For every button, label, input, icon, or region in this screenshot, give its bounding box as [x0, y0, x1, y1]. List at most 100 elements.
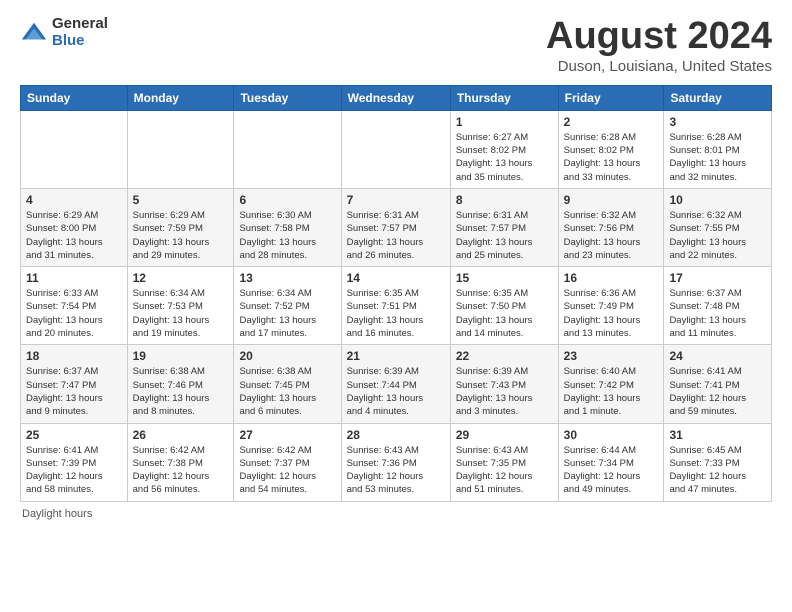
day-number: 27	[239, 428, 335, 442]
day-number: 12	[133, 271, 229, 285]
day-number: 22	[456, 349, 553, 363]
week-row-5: 25 Sunrise: 6:41 AM Sunset: 7:39 PM Dayli…	[21, 423, 772, 501]
calendar-cell: 1 Sunrise: 6:27 AM Sunset: 8:02 PM Daylig…	[450, 110, 558, 188]
day-info: Sunrise: 6:38 AM Sunset: 7:46 PM Dayligh…	[133, 365, 229, 418]
day-info: Sunrise: 6:30 AM Sunset: 7:58 PM Dayligh…	[239, 209, 335, 262]
day-info: Sunrise: 6:42 AM Sunset: 7:37 PM Dayligh…	[239, 444, 335, 497]
header-row: SundayMondayTuesdayWednesdayThursdayFrid…	[21, 85, 772, 110]
calendar-body: 1 Sunrise: 6:27 AM Sunset: 8:02 PM Daylig…	[21, 110, 772, 501]
header-day-friday: Friday	[558, 85, 664, 110]
calendar-cell: 18 Sunrise: 6:37 AM Sunset: 7:47 PM Dayli…	[21, 345, 128, 423]
calendar-cell	[127, 110, 234, 188]
day-info: Sunrise: 6:37 AM Sunset: 7:47 PM Dayligh…	[26, 365, 122, 418]
day-number: 26	[133, 428, 229, 442]
calendar-cell: 3 Sunrise: 6:28 AM Sunset: 8:01 PM Daylig…	[664, 110, 772, 188]
day-info: Sunrise: 6:45 AM Sunset: 7:33 PM Dayligh…	[669, 444, 766, 497]
day-info: Sunrise: 6:43 AM Sunset: 7:35 PM Dayligh…	[456, 444, 553, 497]
day-info: Sunrise: 6:35 AM Sunset: 7:50 PM Dayligh…	[456, 287, 553, 340]
logo-blue-text: Blue	[52, 33, 108, 50]
day-info: Sunrise: 6:43 AM Sunset: 7:36 PM Dayligh…	[347, 444, 445, 497]
calendar-cell: 6Sunrise: 6:30 AM Sunset: 7:58 PM Daylig…	[234, 188, 341, 266]
calendar-cell: 12 Sunrise: 6:34 AM Sunset: 7:53 PM Dayli…	[127, 267, 234, 345]
day-number: 10	[669, 193, 766, 207]
day-number: 7	[347, 193, 445, 207]
day-number: 19	[133, 349, 229, 363]
header-day-tuesday: Tuesday	[234, 85, 341, 110]
week-row-3: 11Sunrise: 6:33 AM Sunset: 7:54 PM Dayli…	[21, 267, 772, 345]
calendar-cell: 22 Sunrise: 6:39 AM Sunset: 7:43 PM Dayli…	[450, 345, 558, 423]
day-number: 31	[669, 428, 766, 442]
logo: General Blue	[20, 16, 108, 49]
day-number: 29	[456, 428, 553, 442]
day-number: 4	[26, 193, 122, 207]
day-info: Sunrise: 6:38 AM Sunset: 7:45 PM Dayligh…	[239, 365, 335, 418]
header: General Blue August 2024 Duson, Louisian…	[20, 16, 772, 75]
day-info: Sunrise: 6:41 AM Sunset: 7:41 PM Dayligh…	[669, 365, 766, 418]
calendar-cell: 21Sunrise: 6:39 AM Sunset: 7:44 PM Dayli…	[341, 345, 450, 423]
day-info: Sunrise: 6:41 AM Sunset: 7:39 PM Dayligh…	[26, 444, 122, 497]
day-number: 5	[133, 193, 229, 207]
day-number: 13	[239, 271, 335, 285]
calendar: SundayMondayTuesdayWednesdayThursdayFrid…	[20, 85, 772, 502]
calendar-cell: 23 Sunrise: 6:40 AM Sunset: 7:42 PM Dayli…	[558, 345, 664, 423]
week-row-2: 4 Sunrise: 6:29 AM Sunset: 8:00 PM Daylig…	[21, 188, 772, 266]
calendar-cell: 8 Sunrise: 6:31 AM Sunset: 7:57 PM Daylig…	[450, 188, 558, 266]
week-row-4: 18 Sunrise: 6:37 AM Sunset: 7:47 PM Dayli…	[21, 345, 772, 423]
day-number: 15	[456, 271, 553, 285]
calendar-cell: 14 Sunrise: 6:35 AM Sunset: 7:51 PM Dayli…	[341, 267, 450, 345]
calendar-cell: 30Sunrise: 6:44 AM Sunset: 7:34 PM Dayli…	[558, 423, 664, 501]
month-title: August 2024	[546, 16, 772, 58]
day-info: Sunrise: 6:42 AM Sunset: 7:38 PM Dayligh…	[133, 444, 229, 497]
day-number: 18	[26, 349, 122, 363]
day-number: 14	[347, 271, 445, 285]
calendar-cell: 11Sunrise: 6:33 AM Sunset: 7:54 PM Dayli…	[21, 267, 128, 345]
day-info: Sunrise: 6:39 AM Sunset: 7:43 PM Dayligh…	[456, 365, 553, 418]
calendar-cell	[21, 110, 128, 188]
day-number: 8	[456, 193, 553, 207]
location: Duson, Louisiana, United States	[546, 58, 772, 75]
calendar-cell: 16Sunrise: 6:36 AM Sunset: 7:49 PM Dayli…	[558, 267, 664, 345]
day-number: 25	[26, 428, 122, 442]
day-info: Sunrise: 6:32 AM Sunset: 7:55 PM Dayligh…	[669, 209, 766, 262]
day-number: 21	[347, 349, 445, 363]
header-day-sunday: Sunday	[21, 85, 128, 110]
day-number: 2	[564, 115, 659, 129]
day-info: Sunrise: 6:29 AM Sunset: 7:59 PM Dayligh…	[133, 209, 229, 262]
day-info: Sunrise: 6:34 AM Sunset: 7:52 PM Dayligh…	[239, 287, 335, 340]
logo-icon	[20, 19, 48, 47]
calendar-cell: 20Sunrise: 6:38 AM Sunset: 7:45 PM Dayli…	[234, 345, 341, 423]
day-info: Sunrise: 6:29 AM Sunset: 8:00 PM Dayligh…	[26, 209, 122, 262]
title-block: August 2024 Duson, Louisiana, United Sta…	[546, 16, 772, 75]
day-info: Sunrise: 6:34 AM Sunset: 7:53 PM Dayligh…	[133, 287, 229, 340]
calendar-cell: 29 Sunrise: 6:43 AM Sunset: 7:35 PM Dayli…	[450, 423, 558, 501]
calendar-cell: 13 Sunrise: 6:34 AM Sunset: 7:52 PM Dayli…	[234, 267, 341, 345]
day-info: Sunrise: 6:28 AM Sunset: 8:01 PM Dayligh…	[669, 131, 766, 184]
day-info: Sunrise: 6:37 AM Sunset: 7:48 PM Dayligh…	[669, 287, 766, 340]
day-number: 24	[669, 349, 766, 363]
day-info: Sunrise: 6:35 AM Sunset: 7:51 PM Dayligh…	[347, 287, 445, 340]
day-info: Sunrise: 6:31 AM Sunset: 7:57 PM Dayligh…	[456, 209, 553, 262]
day-number: 16	[564, 271, 659, 285]
calendar-cell: 7Sunrise: 6:31 AM Sunset: 7:57 PM Daylig…	[341, 188, 450, 266]
logo-general-text: General	[52, 16, 108, 33]
day-number: 1	[456, 115, 553, 129]
day-info: Sunrise: 6:40 AM Sunset: 7:42 PM Dayligh…	[564, 365, 659, 418]
day-info: Sunrise: 6:44 AM Sunset: 7:34 PM Dayligh…	[564, 444, 659, 497]
calendar-cell: 10 Sunrise: 6:32 AM Sunset: 7:55 PM Dayli…	[664, 188, 772, 266]
day-info: Sunrise: 6:32 AM Sunset: 7:56 PM Dayligh…	[564, 209, 659, 262]
day-info: Sunrise: 6:27 AM Sunset: 8:02 PM Dayligh…	[456, 131, 553, 184]
page: General Blue August 2024 Duson, Louisian…	[0, 0, 792, 530]
week-row-1: 1 Sunrise: 6:27 AM Sunset: 8:02 PM Daylig…	[21, 110, 772, 188]
day-number: 9	[564, 193, 659, 207]
daylight-label: Daylight hours	[22, 508, 92, 520]
header-day-saturday: Saturday	[664, 85, 772, 110]
calendar-cell: 27 Sunrise: 6:42 AM Sunset: 7:37 PM Dayli…	[234, 423, 341, 501]
day-number: 3	[669, 115, 766, 129]
day-number: 23	[564, 349, 659, 363]
header-day-thursday: Thursday	[450, 85, 558, 110]
calendar-cell	[341, 110, 450, 188]
calendar-cell	[234, 110, 341, 188]
calendar-cell: 28Sunrise: 6:43 AM Sunset: 7:36 PM Dayli…	[341, 423, 450, 501]
header-day-monday: Monday	[127, 85, 234, 110]
day-info: Sunrise: 6:33 AM Sunset: 7:54 PM Dayligh…	[26, 287, 122, 340]
